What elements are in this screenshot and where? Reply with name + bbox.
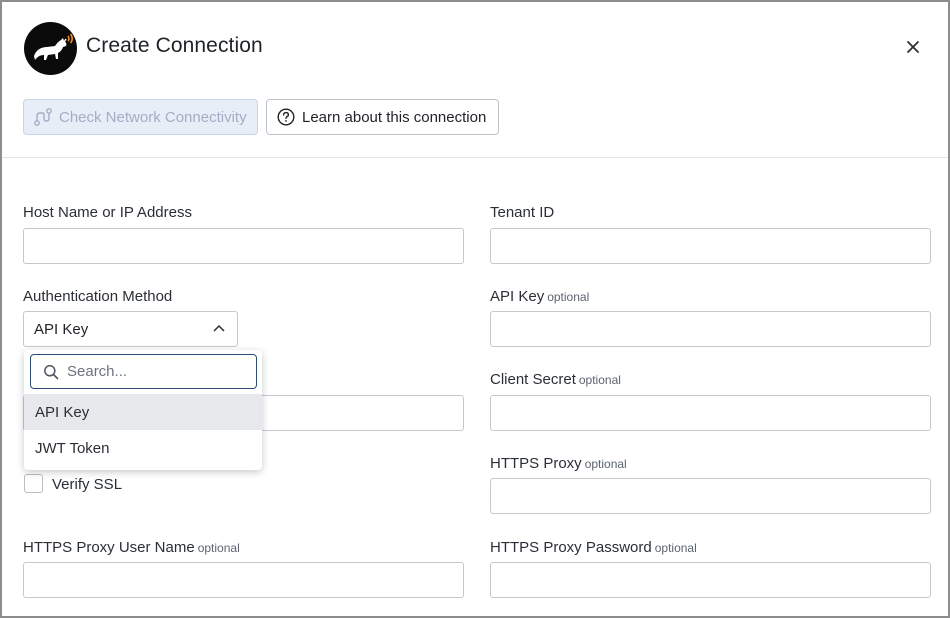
optional-tag: optional [654,541,697,555]
route-icon [34,108,52,126]
auth-method-label: Authentication Method [23,288,173,305]
optional-tag: optional [584,457,627,471]
learn-label: Learn about this connection [302,108,487,126]
proxy-password-input[interactable] [490,562,931,598]
client-secret-label: Client Secret optional [490,371,621,388]
api-key-input[interactable] [490,311,931,347]
chevron-up-icon [213,324,225,332]
check-network-connectivity-button[interactable]: Check Network Connectivity [23,99,258,135]
optional-tag: optional [547,290,590,304]
api-key-label: API Key optional [490,288,590,305]
https-proxy-input[interactable] [490,478,931,514]
proxy-password-label: HTTPS Proxy Password optional [490,539,697,556]
auth-method-selected: API Key [34,320,89,338]
optional-tag: optional [197,541,240,555]
verify-ssl-checkbox[interactable] [24,474,43,493]
search-icon [44,364,59,379]
dropdown-search-input[interactable] [67,363,247,380]
host-label: Host Name or IP Address [23,204,192,221]
proxy-user-label: HTTPS Proxy User Name optional [23,539,240,556]
client-secret-input[interactable] [490,395,931,431]
tenant-input[interactable] [490,228,931,264]
header-divider [2,157,948,158]
optional-tag: optional [578,373,621,387]
proxy-user-input[interactable] [23,562,464,598]
dropdown-search[interactable] [30,354,257,389]
verify-ssl-label: Verify SSL [52,476,123,493]
learn-about-connection-button[interactable]: Learn about this connection [266,99,499,135]
check-network-label: Check Network Connectivity [59,108,247,126]
help-circle-icon [277,108,295,126]
https-proxy-label: HTTPS Proxy optional [490,455,627,472]
host-input[interactable] [23,228,464,264]
dialog-title: Create Connection [86,34,263,57]
auth-method-select[interactable]: API Key [23,311,238,347]
close-icon[interactable] [904,38,922,56]
dog-logo-icon [24,22,77,75]
create-connection-dialog: Create Connection Check Network Connecti… [0,0,950,618]
auth-method-dropdown: API Key JWT Token [24,350,262,470]
dropdown-option-api-key[interactable]: API Key [24,394,262,430]
tenant-label: Tenant ID [490,204,555,221]
dropdown-option-jwt-token[interactable]: JWT Token [24,430,262,466]
